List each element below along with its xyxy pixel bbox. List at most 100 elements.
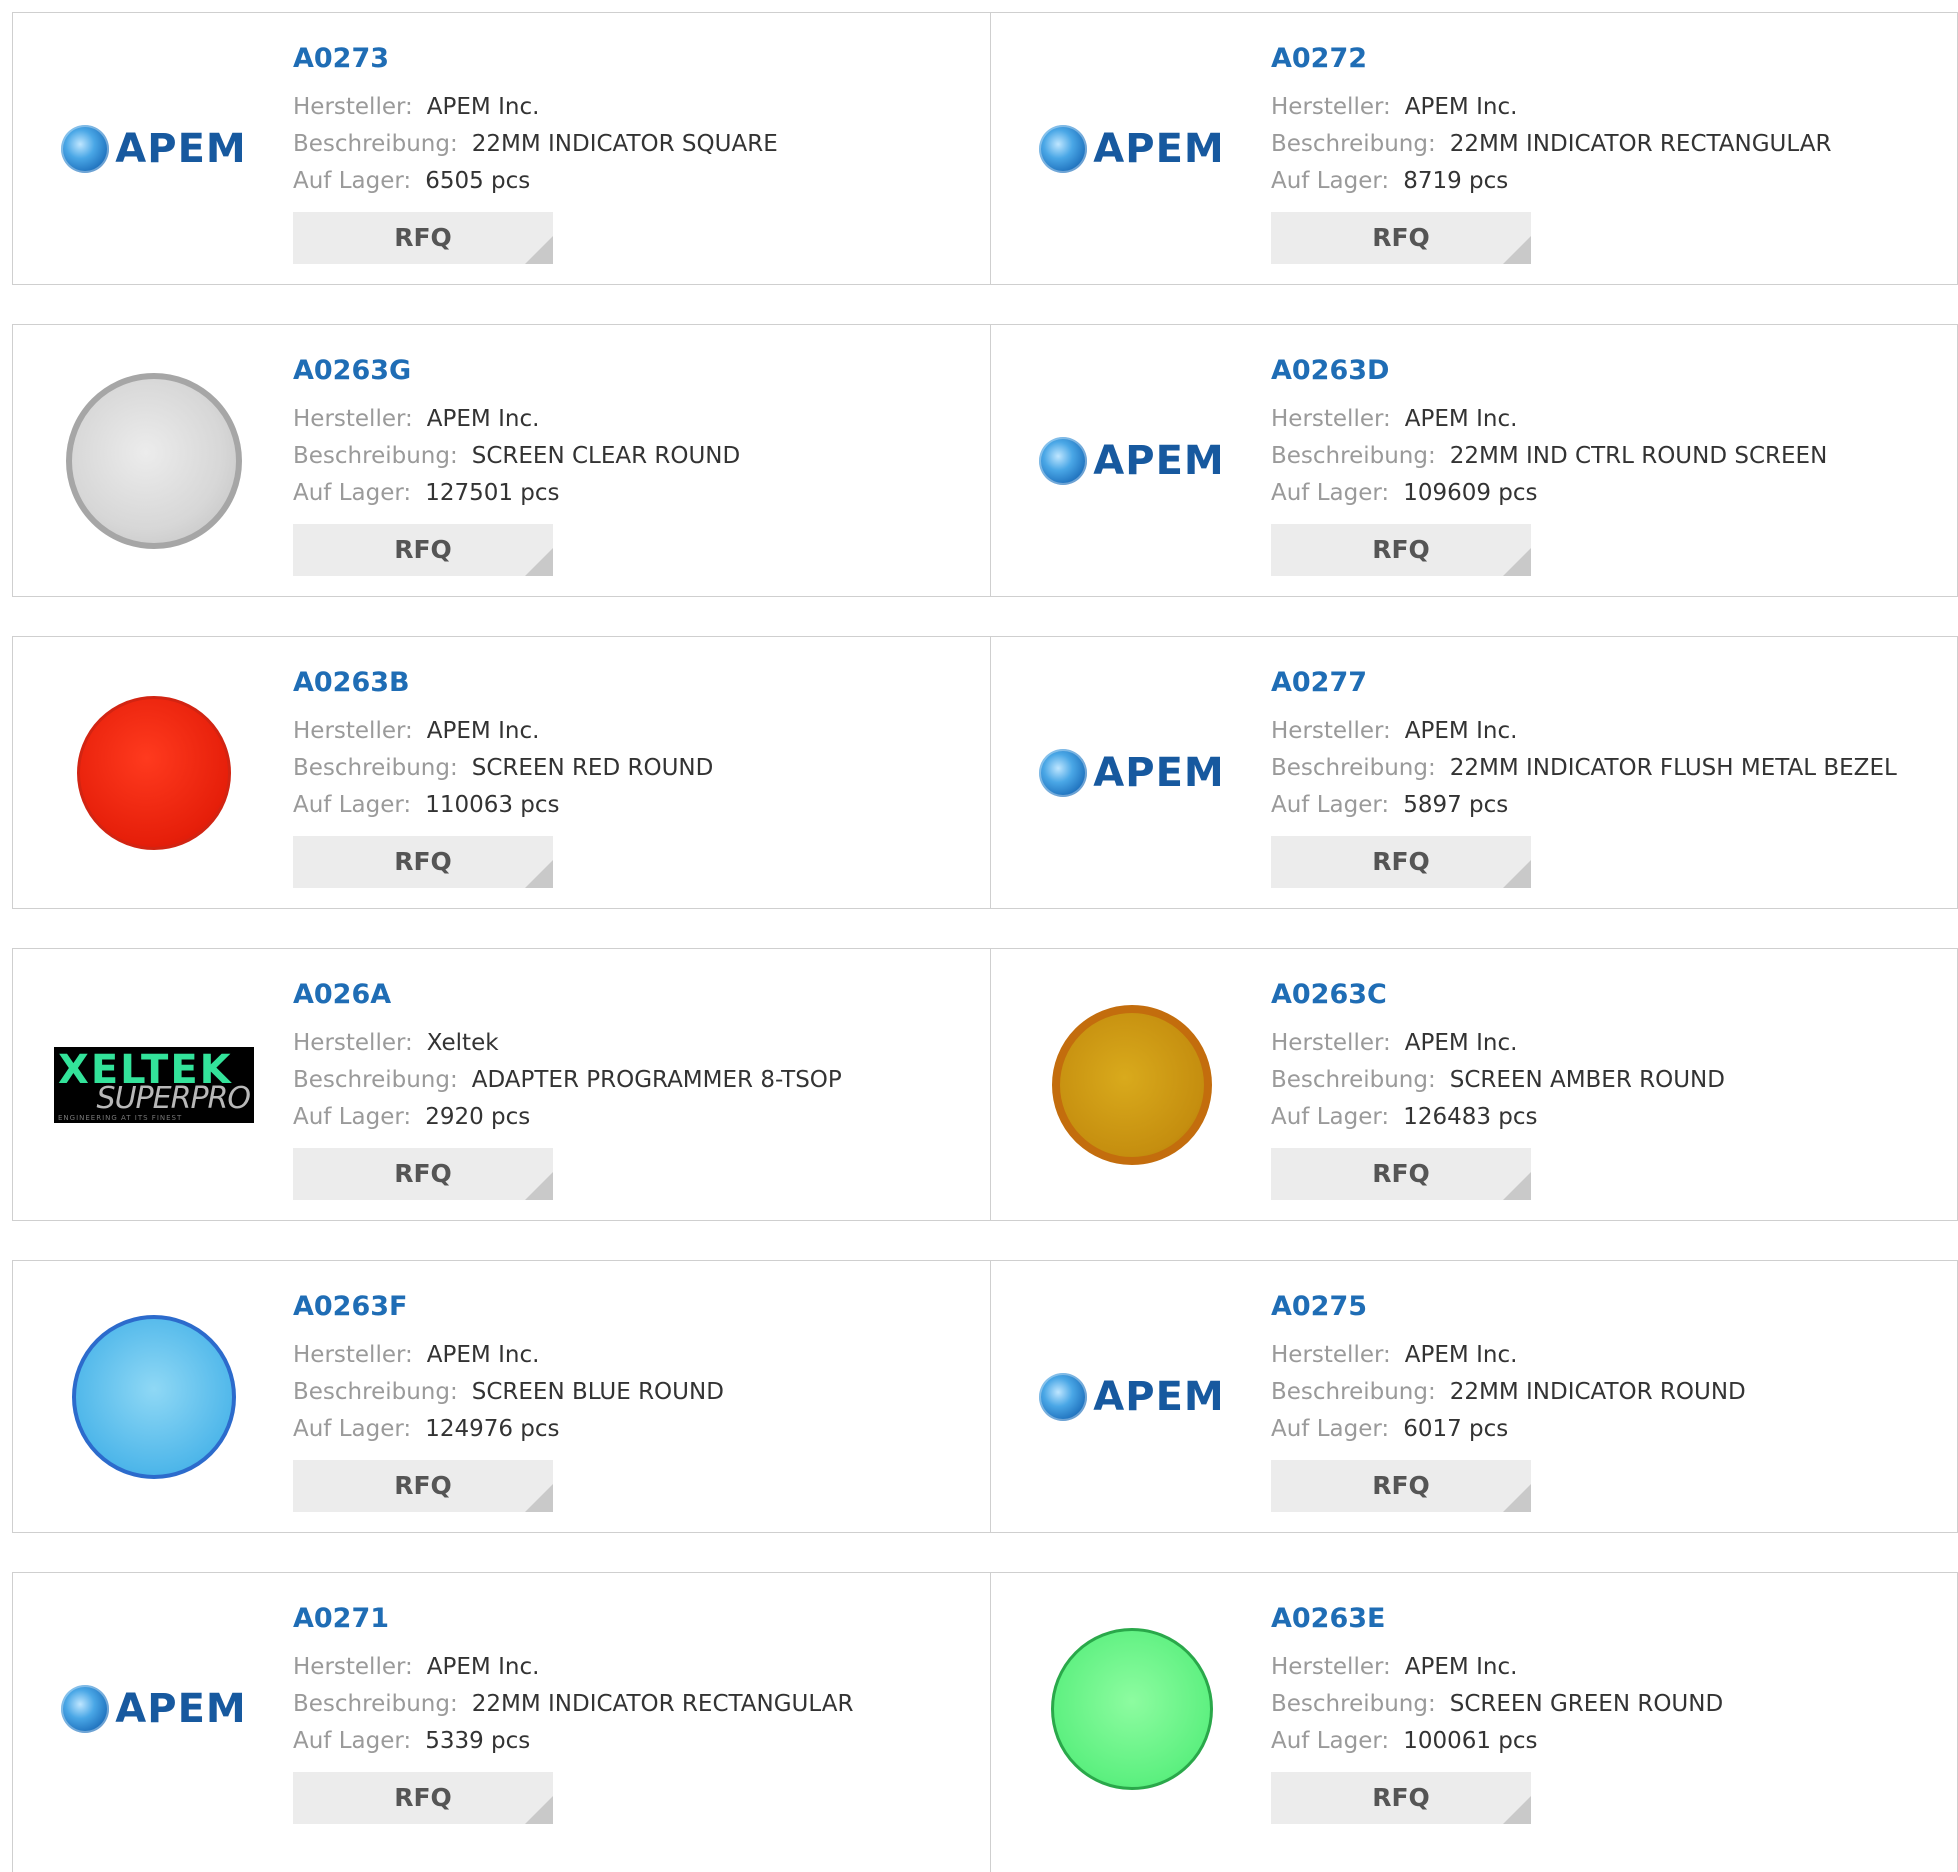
brand-name: APEM	[115, 126, 247, 172]
rfq-button[interactable]: RFQ	[293, 836, 553, 888]
part-number-link[interactable]: A0271	[293, 1603, 853, 1635]
rfq-button[interactable]: RFQ	[1271, 1460, 1531, 1512]
manufacturer-value: APEM Inc.	[426, 406, 540, 432]
rfq-button[interactable]: RFQ	[1271, 1772, 1531, 1824]
rfq-button[interactable]: RFQ	[293, 1772, 553, 1824]
corner-triangle-icon	[1503, 1484, 1531, 1512]
apem-globe-icon	[1039, 1373, 1088, 1421]
product-card: A0263B Hersteller: APEM Inc. Beschreibung…	[13, 637, 991, 908]
description-value: 22MM INDICATOR RECTANGULAR	[1449, 131, 1832, 157]
apem-logo-image[interactable]: APEM	[1031, 49, 1233, 249]
part-number-link[interactable]: A0277	[1271, 667, 1897, 699]
part-number-link[interactable]: A0263B	[293, 667, 713, 699]
description-label: Beschreibung:	[293, 443, 458, 469]
xeltek-tagline: ENGINEERING AT ITS FINEST	[58, 1114, 183, 1122]
rfq-button-label: RFQ	[1372, 847, 1430, 876]
part-number-link[interactable]: A0273	[293, 43, 778, 75]
stock-value: 110063 pcs	[425, 792, 560, 818]
rfq-button[interactable]: RFQ	[293, 1148, 553, 1200]
product-row: A0263G Hersteller: APEM Inc. Beschreibung…	[12, 324, 1958, 597]
apem-globe-icon	[61, 1685, 110, 1733]
corner-triangle-icon	[525, 236, 553, 264]
product-row: APEM A0273 Hersteller: APEM Inc. Beschrei…	[12, 12, 1958, 285]
part-number-link[interactable]: A0263F	[293, 1291, 724, 1323]
red-screen-photo	[77, 696, 231, 850]
manufacturer-label: Hersteller:	[293, 1030, 413, 1056]
manufacturer-label: Hersteller:	[1271, 1654, 1391, 1680]
manufacturer-label: Hersteller:	[293, 718, 413, 744]
corner-triangle-icon	[525, 1796, 553, 1824]
green-screen-photo	[1051, 1628, 1213, 1790]
apem-globe-icon	[1039, 125, 1088, 173]
red-screen-image[interactable]	[53, 673, 255, 873]
rfq-button[interactable]: RFQ	[293, 524, 553, 576]
apem-logo-image[interactable]: APEM	[1031, 673, 1233, 873]
product-row: XELTEK SUPERPRO ENGINEERING AT ITS FINES…	[12, 948, 1958, 1221]
apem-globe-icon	[1039, 437, 1088, 485]
blue-screen-image[interactable]	[53, 1297, 255, 1497]
description-value: 22MM INDICATOR ROUND	[1449, 1379, 1746, 1405]
description-label: Beschreibung:	[293, 1691, 458, 1717]
manufacturer-value: Xeltek	[426, 1030, 499, 1056]
manufacturer-label: Hersteller:	[1271, 94, 1391, 120]
stock-label: Auf Lager:	[1271, 480, 1390, 506]
brand-name: APEM	[1093, 1374, 1225, 1420]
description-label: Beschreibung:	[293, 1067, 458, 1093]
apem-logo-image[interactable]: APEM	[53, 1609, 255, 1809]
description-value: SCREEN CLEAR ROUND	[471, 443, 741, 469]
rfq-button[interactable]: RFQ	[293, 212, 553, 264]
stock-value: 126483 pcs	[1403, 1104, 1538, 1130]
stock-value: 6505 pcs	[425, 168, 531, 194]
brand-name: APEM	[1093, 438, 1225, 484]
part-number-link[interactable]: A026A	[293, 979, 842, 1011]
manufacturer-value: APEM Inc.	[1404, 718, 1518, 744]
stock-label: Auf Lager:	[1271, 792, 1390, 818]
corner-triangle-icon	[525, 860, 553, 888]
xeltek-logo-image[interactable]: XELTEK SUPERPRO ENGINEERING AT ITS FINES…	[53, 985, 255, 1185]
stock-label: Auf Lager:	[293, 168, 412, 194]
stock-value: 109609 pcs	[1403, 480, 1538, 506]
part-number-link[interactable]: A0275	[1271, 1291, 1746, 1323]
manufacturer-value: APEM Inc.	[1404, 1342, 1518, 1368]
description-value: SCREEN GREEN ROUND	[1449, 1691, 1724, 1717]
amber-screen-image[interactable]	[1031, 985, 1233, 1185]
manufacturer-label: Hersteller:	[293, 1654, 413, 1680]
stock-label: Auf Lager:	[293, 1728, 412, 1754]
rfq-button[interactable]: RFQ	[1271, 524, 1531, 576]
manufacturer-label: Hersteller:	[1271, 718, 1391, 744]
description-label: Beschreibung:	[1271, 755, 1436, 781]
product-card: A0263F Hersteller: APEM Inc. Beschreibung…	[13, 1261, 991, 1532]
apem-logo-image[interactable]: APEM	[53, 49, 255, 249]
part-number-link[interactable]: A0263C	[1271, 979, 1725, 1011]
part-number-link[interactable]: A0263E	[1271, 1603, 1723, 1635]
rfq-button[interactable]: RFQ	[1271, 1148, 1531, 1200]
stock-label: Auf Lager:	[1271, 1728, 1390, 1754]
apem-logo-image[interactable]: APEM	[1031, 1297, 1233, 1497]
product-card: APEM A0271 Hersteller: APEM Inc. Beschrei…	[13, 1573, 991, 1872]
corner-triangle-icon	[1503, 1796, 1531, 1824]
rfq-button-label: RFQ	[394, 1783, 452, 1812]
manufacturer-label: Hersteller:	[1271, 406, 1391, 432]
corner-triangle-icon	[525, 1484, 553, 1512]
apem-logo-image[interactable]: APEM	[1031, 361, 1233, 561]
stock-value: 6017 pcs	[1403, 1416, 1509, 1442]
rfq-button[interactable]: RFQ	[1271, 212, 1531, 264]
rfq-button-label: RFQ	[1372, 1471, 1430, 1500]
manufacturer-value: APEM Inc.	[1404, 1030, 1518, 1056]
xeltek-logo: XELTEK SUPERPRO ENGINEERING AT ITS FINES…	[54, 1047, 254, 1123]
manufacturer-label: Hersteller:	[1271, 1030, 1391, 1056]
part-number-link[interactable]: A0272	[1271, 43, 1831, 75]
part-number-link[interactable]: A0263G	[293, 355, 740, 387]
part-number-link[interactable]: A0263D	[1271, 355, 1827, 387]
corner-triangle-icon	[1503, 860, 1531, 888]
rfq-button-label: RFQ	[394, 1471, 452, 1500]
product-row: A0263F Hersteller: APEM Inc. Beschreibung…	[12, 1260, 1958, 1533]
product-card: APEM A0272 Hersteller: APEM Inc. Beschrei…	[991, 13, 1958, 284]
clear-screen-image[interactable]	[53, 361, 255, 561]
description-label: Beschreibung:	[1271, 443, 1436, 469]
rfq-button[interactable]: RFQ	[1271, 836, 1531, 888]
green-screen-image[interactable]	[1031, 1609, 1233, 1809]
rfq-button[interactable]: RFQ	[293, 1460, 553, 1512]
stock-value: 8719 pcs	[1403, 168, 1509, 194]
brand-name: APEM	[115, 1686, 247, 1732]
